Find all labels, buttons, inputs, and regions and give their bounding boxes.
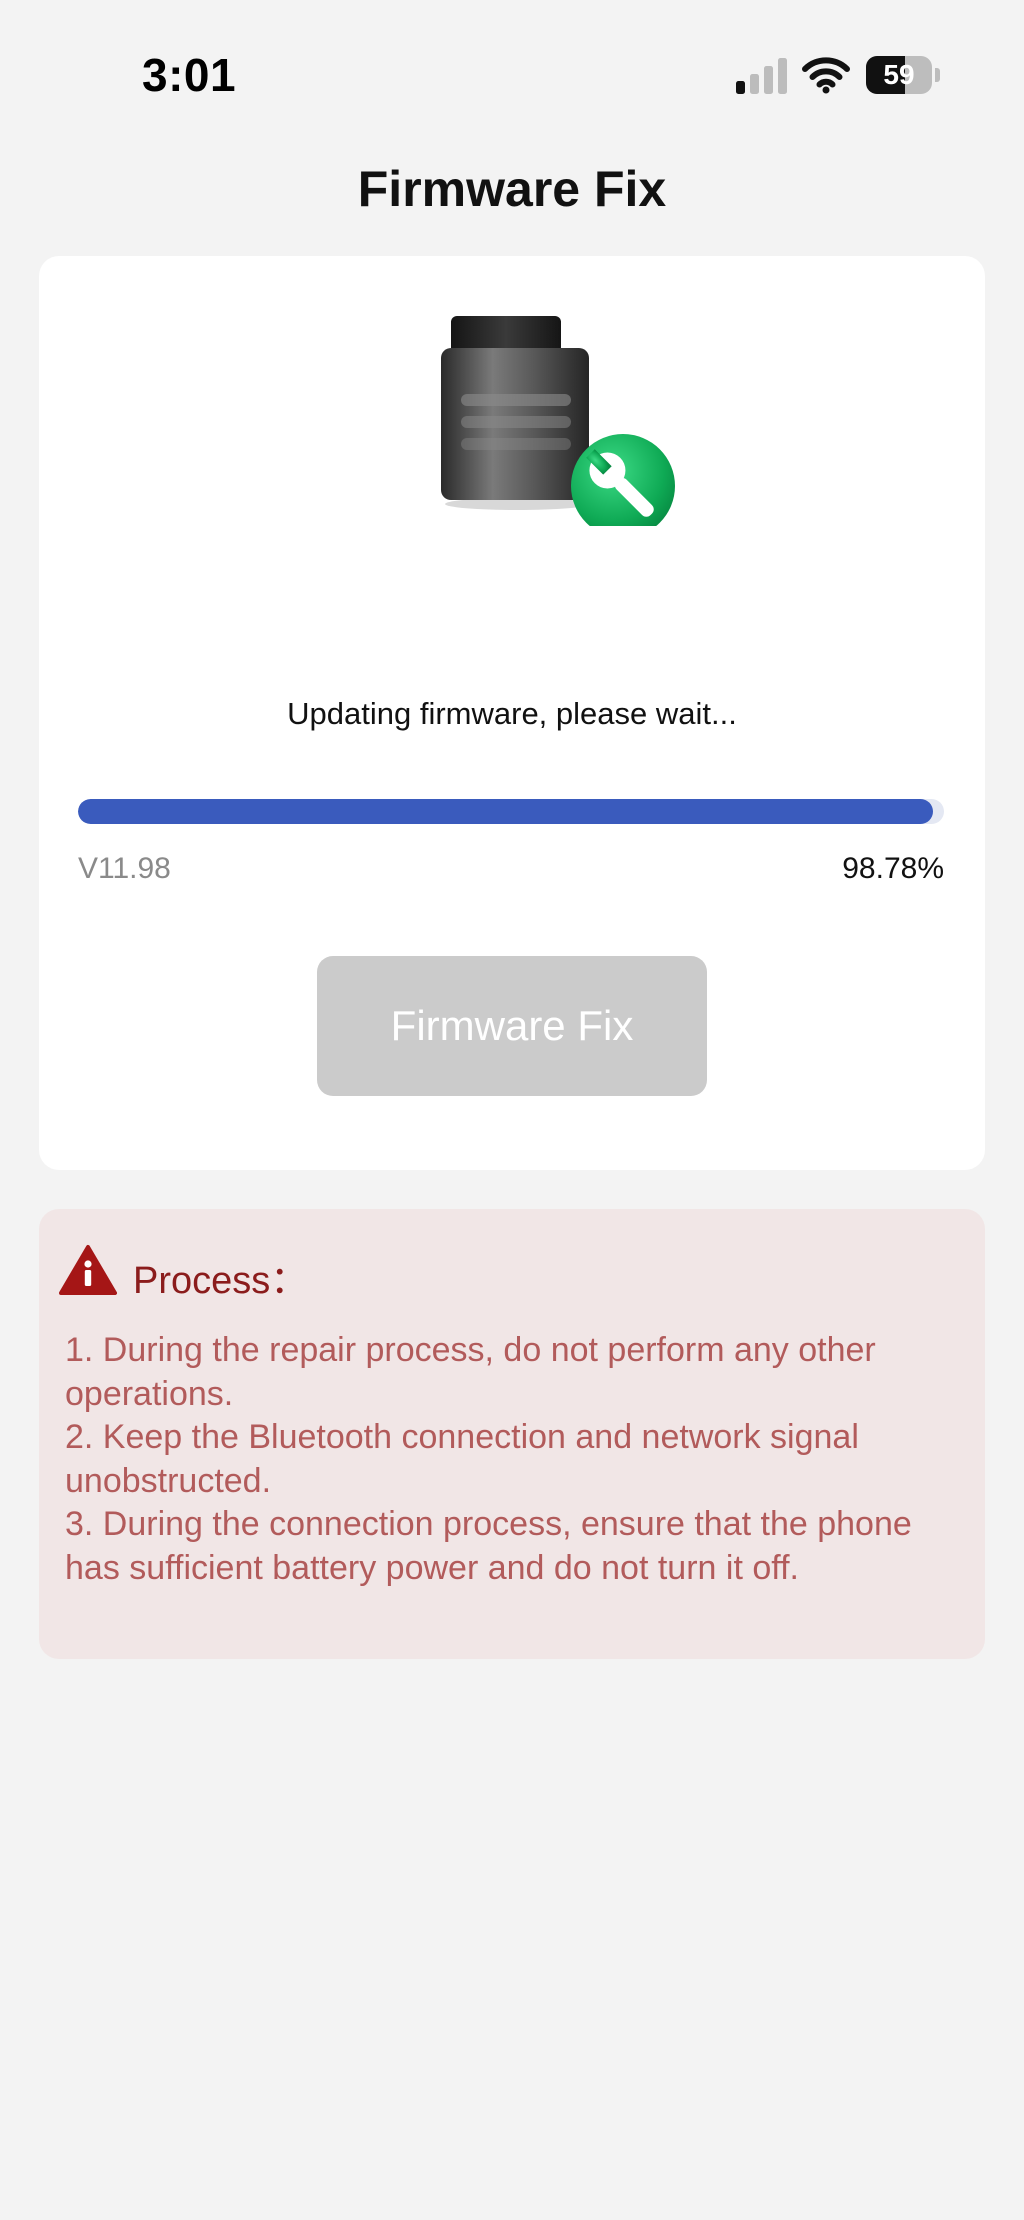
- progress-fill: [78, 799, 934, 824]
- page-title: Firmware Fix: [357, 161, 667, 217]
- process-notice-card: Process： 1. During the repair process, d…: [39, 1209, 985, 1659]
- wifi-icon: [802, 57, 850, 94]
- firmware-fix-button[interactable]: Firmware Fix: [317, 956, 707, 1096]
- update-status-message: Updating firmware, please wait...: [287, 696, 737, 731]
- obd-device-with-wrench-icon: [441, 316, 675, 526]
- notice-title: Process：: [133, 1260, 309, 1302]
- firmware-version-label: V11.98: [78, 852, 171, 885]
- notice-item: 3. During the connection process, ensure…: [65, 1505, 912, 1587]
- notice-item: 1. During the repair process, do not per…: [65, 1331, 876, 1413]
- cellular-signal-icon: [736, 58, 787, 94]
- battery-tip: [935, 68, 940, 82]
- battery-body: 59: [866, 56, 932, 94]
- status-bar: 3:01 59: [0, 0, 1024, 130]
- notice-item: 2. Keep the Bluetooth connection and net…: [65, 1418, 859, 1500]
- battery-indicator: 59: [866, 56, 940, 94]
- battery-level-text: 59: [883, 59, 915, 90]
- firmware-progress-bar: [78, 799, 944, 824]
- status-time: 3:01: [142, 49, 237, 101]
- warning-icon: [59, 1245, 117, 1295]
- progress-percent-label: 98.78%: [842, 852, 944, 885]
- notice-list: 1. During the repair process, do not per…: [65, 1329, 965, 1590]
- firmware-update-card: Updating firmware, please wait... V11.98…: [39, 256, 985, 1170]
